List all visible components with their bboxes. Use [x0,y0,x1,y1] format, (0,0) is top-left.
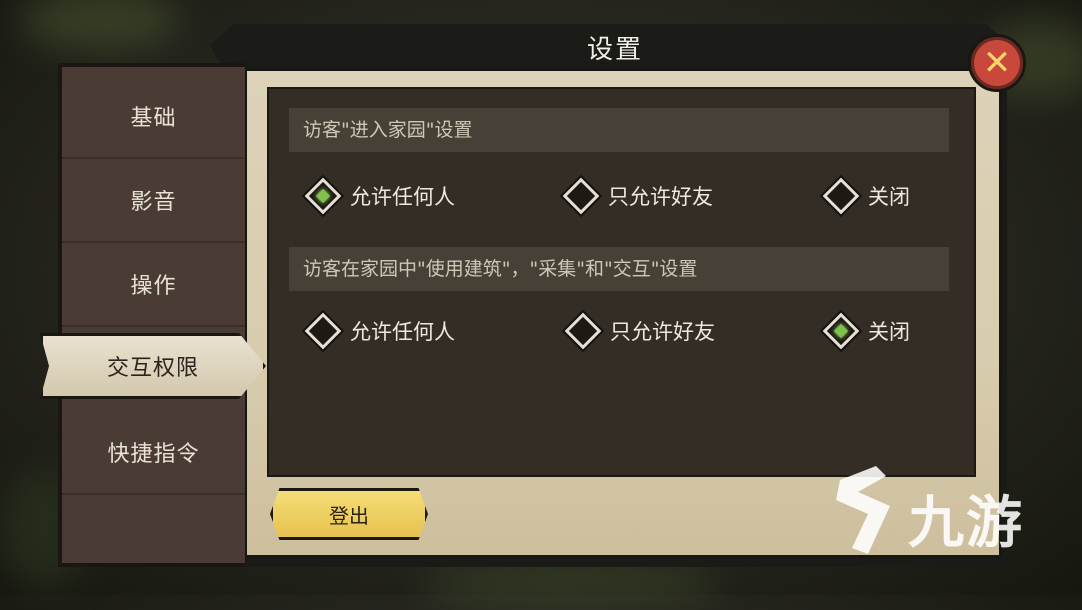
sidebar-item-label: 交互权限 [106,356,199,381]
radio-diamond-icon [304,312,342,350]
watermark-text: 九游 [908,491,1024,556]
sidebar-item-audio-video[interactable]: 影音 [62,159,245,243]
radio-option-friends-only[interactable]: 只允许好友 [562,176,713,216]
option-label: 只允许好友 [610,320,715,344]
logout-label: 登出 [329,503,369,528]
sidebar-item-basic[interactable]: 基础 [62,75,245,159]
radio-diamond-icon [304,177,342,215]
sidebar-item-label: 快捷指令 [107,442,200,467]
section-header-enter-home: 访客"进入家园"设置 [289,108,949,152]
close-button[interactable]: ✕ [968,34,1026,92]
radio-option-friends-only[interactable]: 只允许好友 [564,311,715,351]
sidebar-item-label: 基础 [130,106,177,131]
sidebar-item-label: 操作 [130,274,177,299]
option-label: 允许任何人 [350,320,455,344]
radio-option-anyone[interactable]: 允许任何人 [304,176,455,216]
radio-diamond-icon [822,312,860,350]
sidebar-item-shortcuts[interactable]: 快捷指令 [62,411,245,495]
radio-diamond-icon [562,177,600,215]
radio-option-off[interactable]: 关闭 [822,311,910,351]
logout-button[interactable]: 登出 [270,488,428,540]
background-blur [420,560,720,610]
sidebar-item-interaction-permissions[interactable]: 交互权限 [40,333,266,399]
sidebar-item-controls[interactable]: 操作 [62,243,245,327]
close-icon: ✕ [982,43,1012,83]
background-blur [20,0,180,50]
radio-diamond-icon [564,312,602,350]
radio-option-off[interactable]: 关闭 [822,176,910,216]
radio-selected-dot [315,188,331,204]
option-label: 允许任何人 [350,185,455,209]
option-label: 只允许好友 [608,185,713,209]
radio-selected-dot [833,323,849,339]
option-label: 关闭 [868,185,910,209]
sidebar: 基础 影音 操作 快捷指令 [58,63,245,567]
section-header-interaction: 访客在家园中"使用建筑"，"采集"和"交互"设置 [289,247,949,291]
option-label: 关闭 [868,320,910,344]
radio-diamond-icon [822,177,860,215]
radio-option-anyone[interactable]: 允许任何人 [304,311,455,351]
sidebar-item-label: 影音 [130,190,177,215]
